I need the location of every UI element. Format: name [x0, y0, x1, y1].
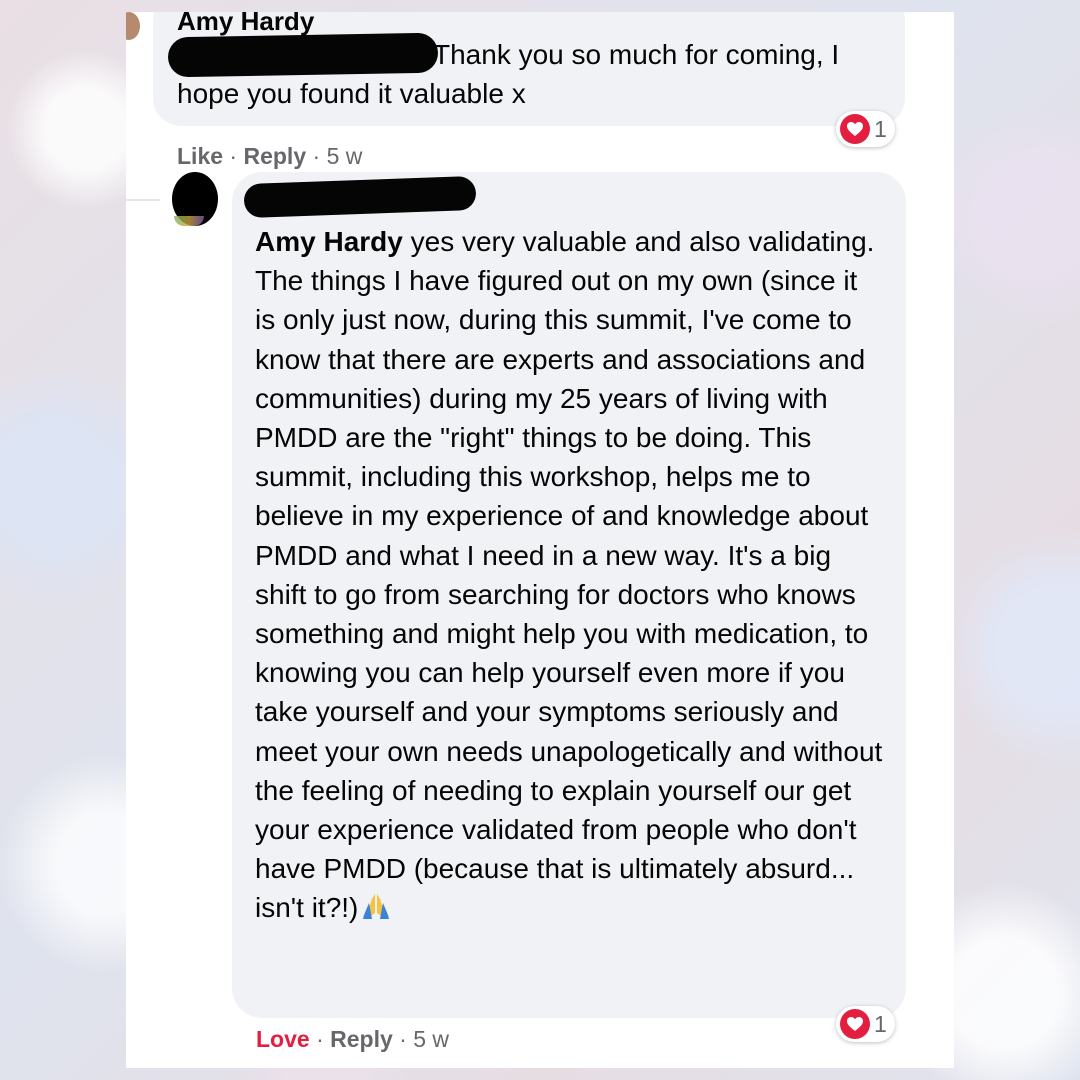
separator: ·	[316, 1026, 324, 1052]
separator: ·	[399, 1026, 407, 1052]
heart-icon	[840, 1009, 870, 1039]
reply-text: Amy Hardy yes very valuable and also val…	[255, 222, 885, 932]
mention-tag[interactable]: Amy Hardy	[255, 226, 403, 257]
reaction-count: 1	[874, 1010, 887, 1037]
reaction-summary[interactable]: 1	[836, 111, 895, 147]
reaction-count: 1	[874, 115, 887, 142]
commenter-avatar[interactable]	[126, 12, 140, 40]
heart-icon	[840, 114, 870, 144]
reply-timestamp[interactable]: 5 w	[413, 1026, 449, 1052]
comment-actions: Like · Reply · 5 w	[177, 143, 362, 170]
comment-timestamp[interactable]: 5 w	[327, 143, 363, 169]
love-button[interactable]: Love	[256, 1026, 310, 1052]
separator: ·	[312, 143, 321, 169]
reply-body: yes very valuable and also validating. T…	[255, 226, 883, 924]
reply-button[interactable]: Reply	[330, 1026, 393, 1052]
reply-actions: Love · Reply · 5 w	[256, 1026, 449, 1053]
comment-text: Thank you so much for coming, I hope you…	[177, 35, 897, 113]
reply-button[interactable]: Reply	[243, 143, 306, 169]
comment-author[interactable]: Amy Hardy	[177, 12, 314, 37]
separator: ·	[229, 143, 238, 169]
reaction-summary[interactable]: 1	[836, 1006, 895, 1042]
thread-connector	[126, 199, 160, 201]
like-button[interactable]: Like	[177, 143, 223, 169]
folded-hands-icon	[360, 891, 392, 931]
comment-thread-card: Amy Hardy Thank you so much for coming, …	[126, 12, 954, 1068]
comment-body: Thank you so much for coming, I hope you…	[177, 39, 840, 109]
reply-avatar[interactable]	[172, 172, 218, 226]
